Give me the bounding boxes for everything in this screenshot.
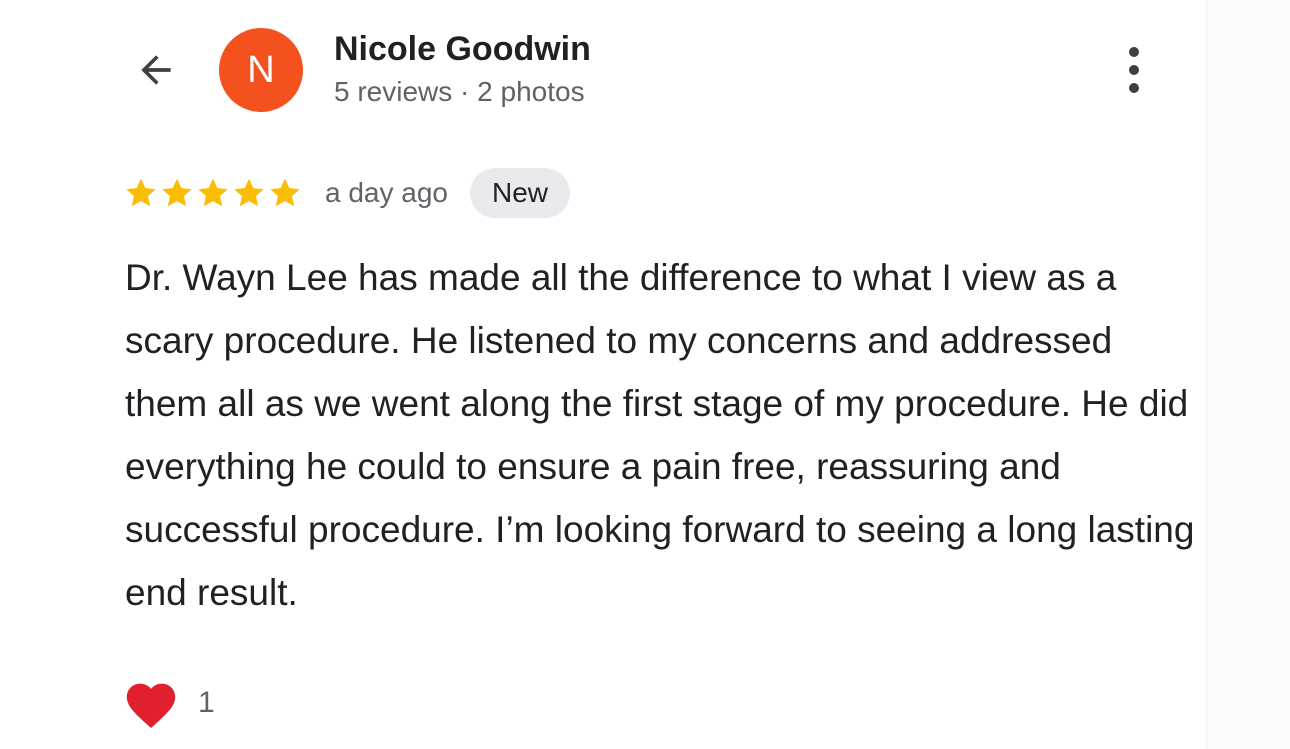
avatar[interactable]: N — [219, 28, 303, 112]
star-icon — [126, 178, 156, 207]
reviewer-name[interactable]: Nicole Goodwin — [334, 30, 591, 69]
rating-row: a day ago New — [123, 168, 571, 218]
star-icon — [270, 178, 300, 207]
star-rating — [123, 175, 303, 211]
heart-icon — [126, 683, 176, 729]
review-date: a day ago — [325, 177, 448, 208]
reviewer-stats: 5 reviews · 2 photos — [334, 76, 585, 107]
back-button[interactable] — [128, 46, 184, 94]
more-vertical-icon — [1129, 47, 1139, 93]
side-panel-edge — [1206, 0, 1290, 749]
star-icon — [162, 178, 192, 207]
arrow-left-icon — [141, 55, 171, 85]
star-icon — [234, 178, 264, 207]
review-text: Dr. Wayn Lee has made all the difference… — [125, 257, 1195, 613]
more-options-button[interactable] — [1114, 42, 1154, 98]
like-button[interactable] — [122, 674, 180, 732]
like-count: 1 — [198, 686, 215, 719]
avatar-initial: N — [247, 48, 275, 91]
star-icon — [198, 178, 228, 207]
reaction-row: 1 — [122, 672, 215, 734]
new-badge: New — [470, 168, 571, 218]
